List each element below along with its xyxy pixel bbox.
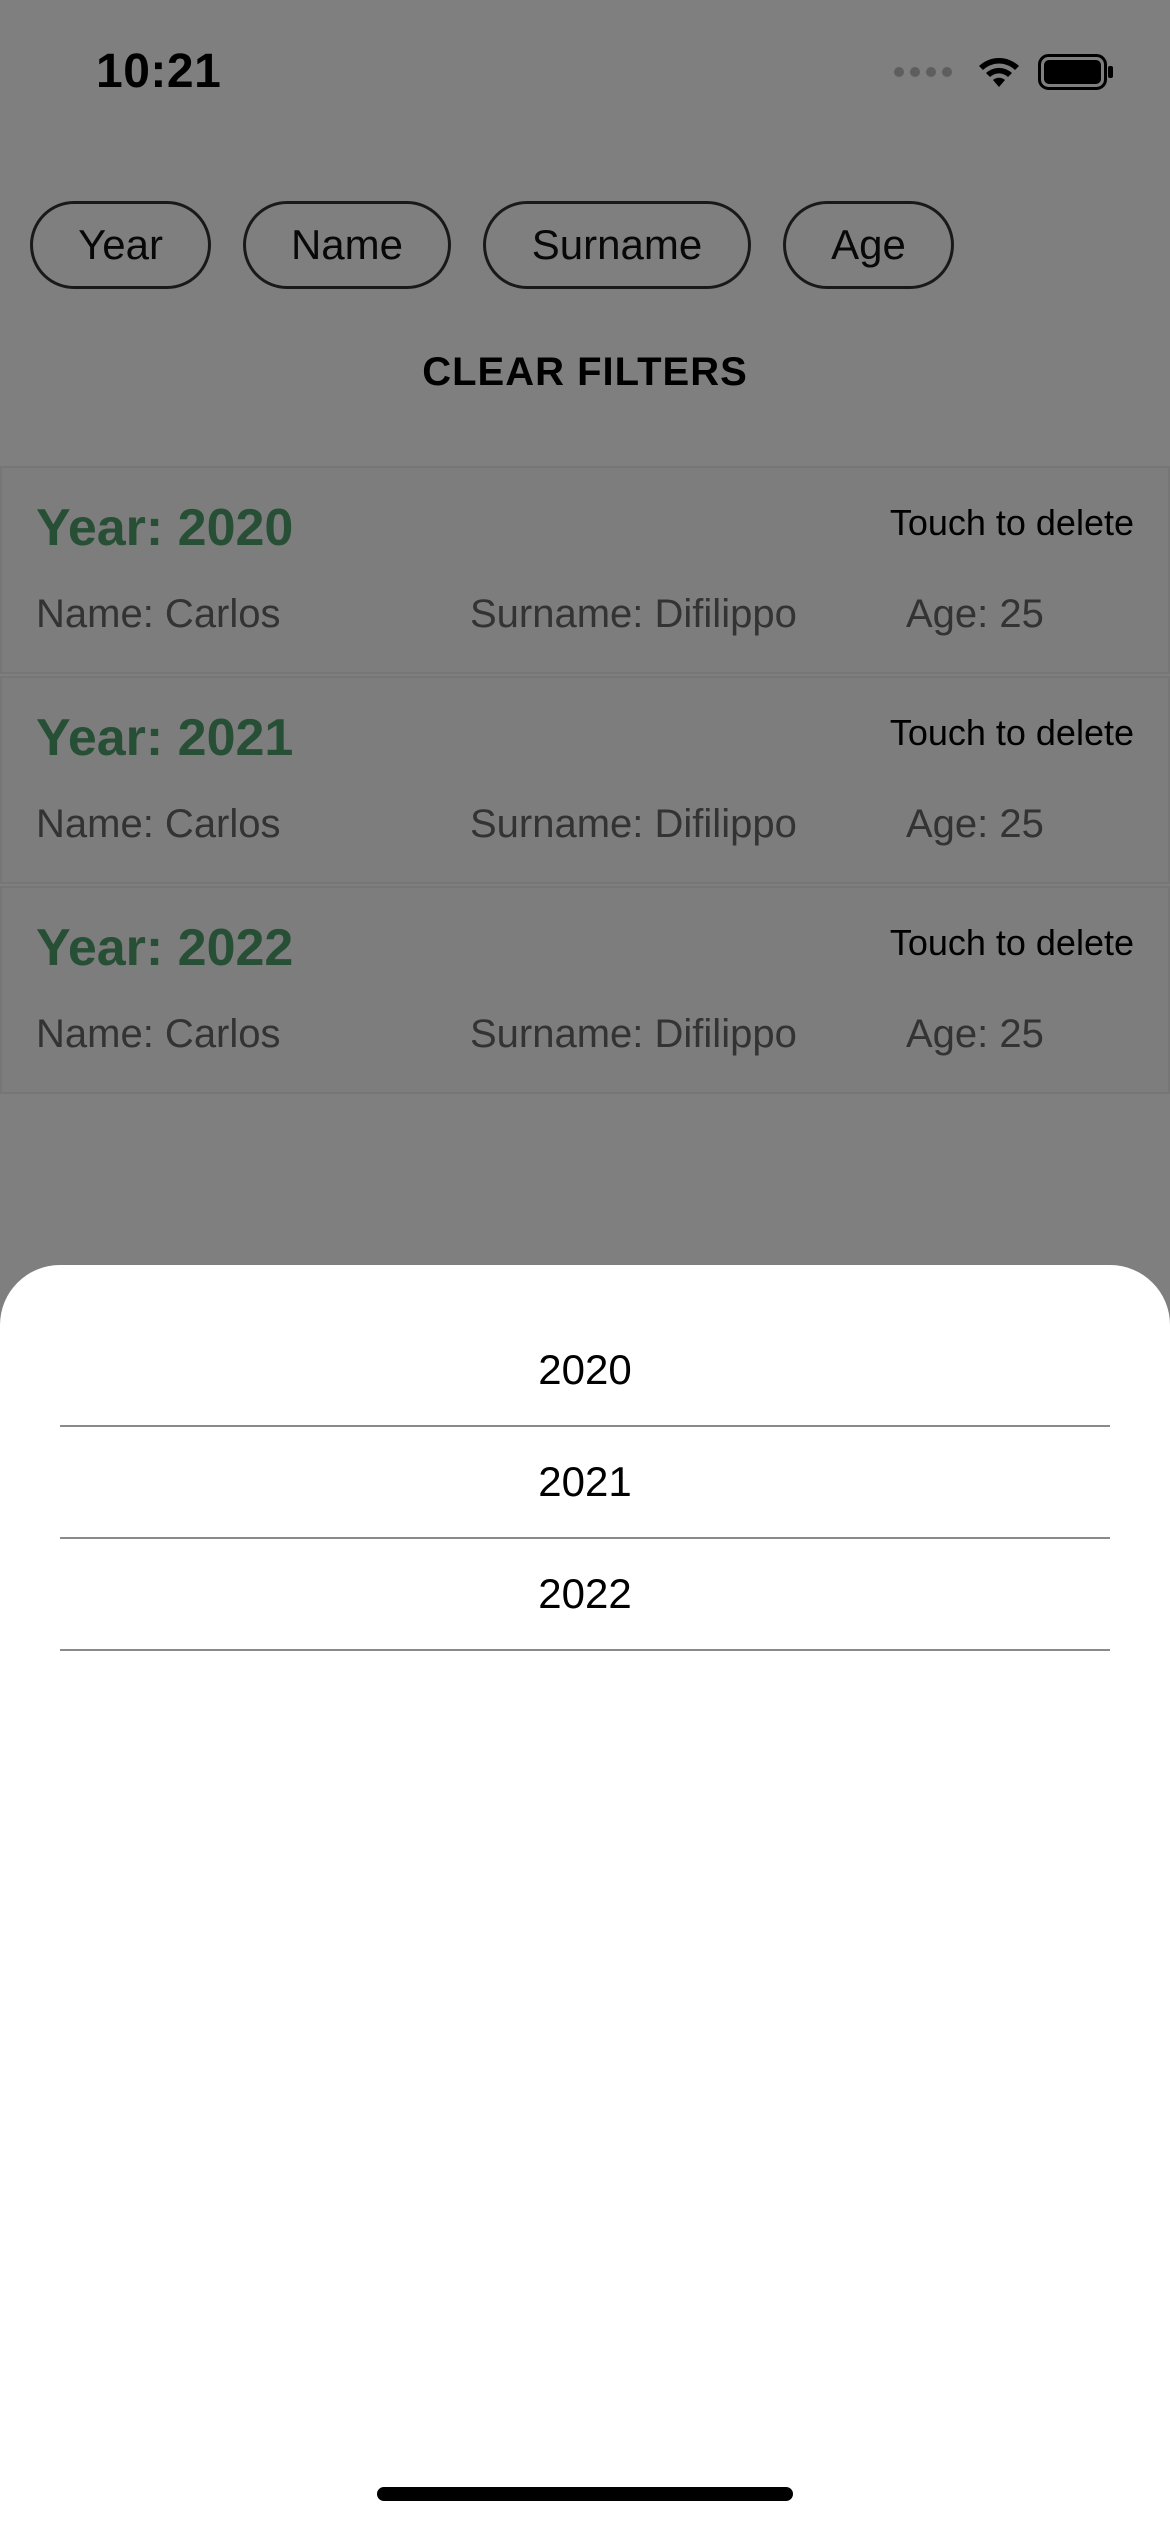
year-option-2022[interactable]: 2022 (60, 1539, 1110, 1651)
year-option-list: 2020 2021 2022 (60, 1315, 1110, 1651)
home-indicator[interactable] (377, 2487, 793, 2501)
year-picker-sheet: 2020 2021 2022 (0, 1265, 1170, 2532)
year-option-2020[interactable]: 2020 (60, 1315, 1110, 1427)
year-option-2021[interactable]: 2021 (60, 1427, 1110, 1539)
app-screen: 10:21 Year Name Surname Age CLEAR FILTER… (0, 0, 1170, 2532)
